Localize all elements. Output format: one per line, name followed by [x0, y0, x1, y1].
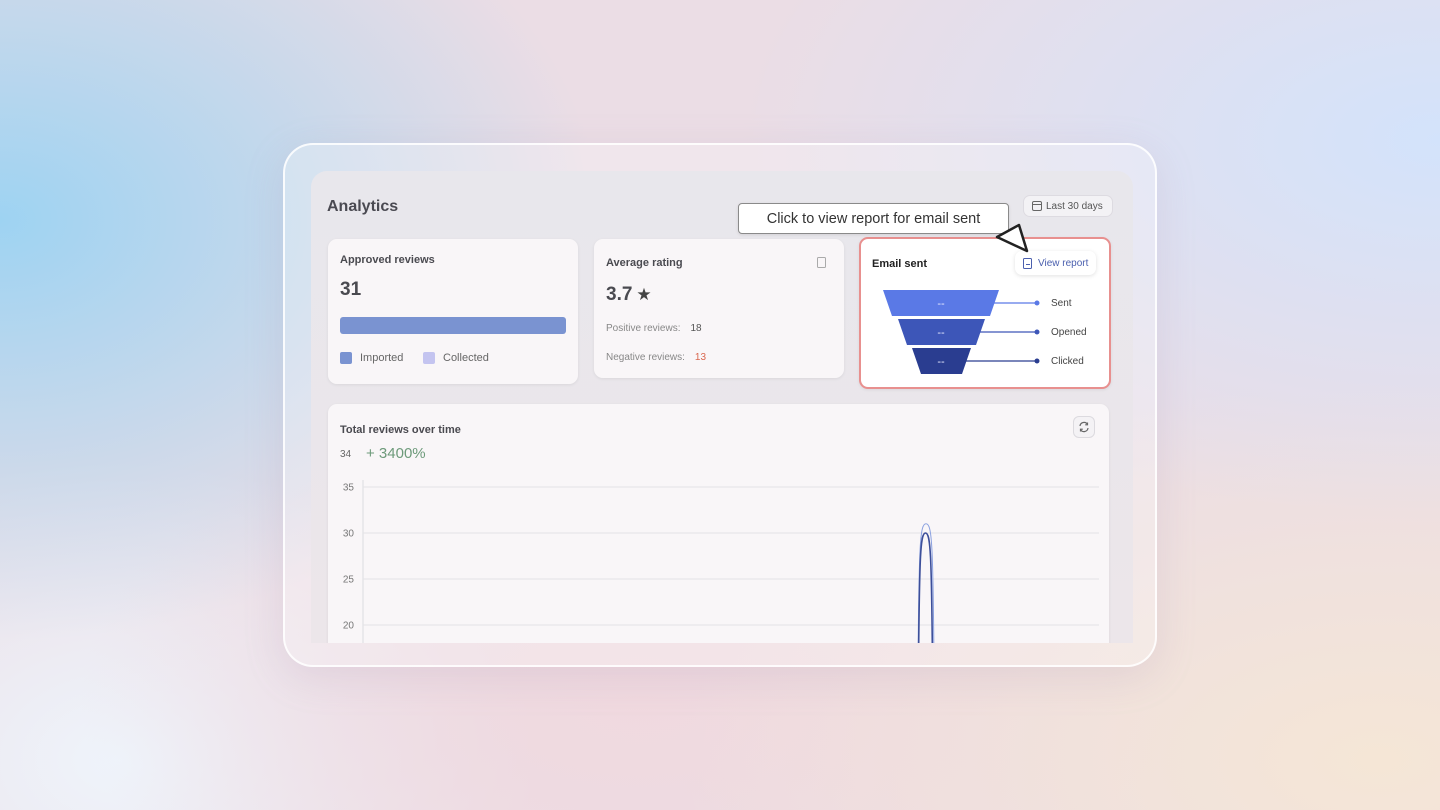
calendar-icon: [1032, 201, 1042, 211]
legend-swatch-collected: [423, 352, 435, 364]
approved-reviews-value: 31: [340, 279, 362, 300]
funnel-value-sent: --: [937, 298, 945, 310]
approved-reviews-card: Approved reviews 31 Imported Collected: [328, 239, 578, 384]
reviews-line-chart: 35 30 25 20: [343, 480, 1099, 643]
positive-reviews-row: Positive reviews: 18: [606, 323, 702, 334]
positive-reviews-label: Positive reviews:: [606, 323, 681, 334]
average-rating-row: 3.7 ★: [606, 284, 652, 306]
legend-swatch-imported: [340, 352, 352, 364]
email-sent-card: Email sent View report -- -- -- Sent Ope…: [859, 237, 1111, 389]
negative-reviews-row: Negative reviews: 13: [606, 352, 706, 363]
legend-imported: Imported: [340, 352, 403, 364]
y-tick-20: 20: [343, 621, 355, 632]
legend-collected: Collected: [423, 352, 489, 364]
average-rating-title: Average rating: [606, 257, 683, 269]
y-tick-35: 35: [343, 483, 355, 494]
funnel-dot-sent: [1034, 300, 1040, 306]
tooltip: Click to view report for email sent: [738, 203, 1009, 234]
approved-reviews-title: Approved reviews: [340, 254, 435, 266]
funnel-dot-clicked: [1034, 358, 1040, 364]
negative-reviews-value: 13: [694, 352, 707, 363]
report-file-icon[interactable]: [817, 257, 826, 268]
positive-reviews-value: 18: [690, 323, 702, 334]
funnel-label-sent: Sent: [1051, 298, 1072, 309]
funnel-value-opened: --: [937, 327, 945, 339]
average-rating-card: Average rating 3.7 ★ Positive reviews: 1…: [594, 239, 844, 378]
date-range-button[interactable]: Last 30 days: [1023, 195, 1113, 217]
funnel-value-clicked: --: [937, 356, 945, 368]
negative-reviews-label: Negative reviews:: [606, 352, 685, 363]
star-icon: ★: [636, 285, 652, 304]
funnel-dot-opened: [1034, 329, 1040, 335]
page-title: Analytics: [327, 198, 399, 215]
funnel-label-clicked: Clicked: [1051, 356, 1084, 367]
y-tick-25: 25: [343, 575, 355, 586]
legend-label-collected: Collected: [443, 352, 489, 364]
total-reviews-card: Total reviews over time 34 + 3400% 35 30 2…: [328, 404, 1109, 643]
y-tick-30: 30: [343, 529, 355, 540]
approved-reviews-bar: [340, 317, 566, 334]
date-range-label: Last 30 days: [1046, 200, 1103, 212]
series-line-1: [917, 532, 934, 643]
funnel-label-opened: Opened: [1051, 327, 1087, 338]
cursor-arrow-icon: [995, 223, 1029, 253]
average-rating-value: 3.7: [606, 284, 633, 305]
legend-label-imported: Imported: [360, 352, 404, 364]
